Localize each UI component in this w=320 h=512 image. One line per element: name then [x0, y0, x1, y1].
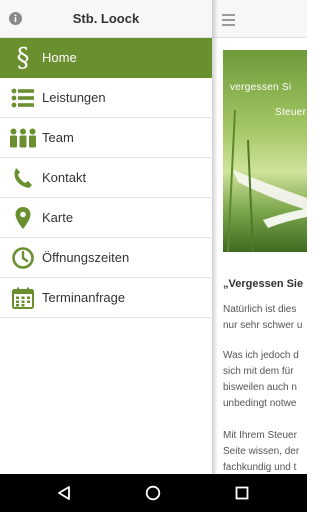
navigation-drawer: Stb. Loock § Home Leistungen Team Kontak… [0, 0, 212, 474]
recents-square-icon [235, 486, 249, 500]
menu-item-home[interactable]: § Home [0, 38, 212, 78]
menu-item-label: Öffnungszeiten [42, 250, 130, 265]
paragraph-line: sich mit dem für [223, 366, 294, 377]
paragraph-line: nur sehr schwer u [223, 320, 303, 331]
paragraph-line: Mit Ihrem Steuer [223, 430, 297, 441]
calendar-icon [8, 285, 38, 311]
home-circle-icon [145, 485, 161, 501]
app-title: Stb. Loock [72, 11, 140, 26]
menu-item-team[interactable]: Team [0, 118, 212, 158]
phone-icon [8, 165, 38, 191]
menu-item-label: Karte [42, 210, 74, 225]
paragraph-3: Mit Ihrem Steuer Seite wissen, der fachk… [223, 428, 299, 474]
drawer-shadow [212, 0, 218, 474]
back-icon [58, 486, 70, 500]
hamburger-menu-icon[interactable] [222, 14, 235, 29]
back-button[interactable] [44, 474, 84, 512]
paragraph-line: bisweilen auch n [223, 382, 297, 393]
clock-icon [8, 245, 38, 271]
content-heading: „Vergessen Sie [223, 278, 304, 290]
map-pin-icon [8, 205, 38, 231]
menu-item-leistungen[interactable]: Leistungen [0, 78, 212, 118]
paragraph-1: Natürlich ist dies nur sehr schwer u [223, 302, 302, 334]
team-icon [8, 125, 38, 151]
main-content: vergessen Si Steuer „Vergessen Sie Natür… [212, 0, 307, 474]
menu-item-karte[interactable]: Karte [0, 198, 212, 238]
hero-image: vergessen Si Steuer [223, 50, 307, 252]
paragraph-2: Was ich jedoch d sich mit dem für biswei… [223, 348, 299, 412]
menu-item-label: Team [42, 130, 74, 145]
paragraph-line: Natürlich ist dies [223, 304, 297, 315]
system-navigation-bar [0, 474, 307, 512]
hero-text-line2: Steuer [275, 107, 307, 118]
home-button[interactable] [133, 474, 173, 512]
menu-item-kontakt[interactable]: Kontakt [0, 158, 212, 198]
recents-button[interactable] [222, 474, 262, 512]
menu-item-label: Kontakt [42, 170, 87, 185]
paragraph-line: unbedingt notwe [223, 398, 297, 409]
content-header [212, 0, 307, 38]
section-icon: § [16, 42, 30, 73]
list-icon [8, 85, 38, 111]
paragraph-line: fachkundig und t [223, 462, 297, 473]
paragraph-line: Seite wissen, der [223, 446, 300, 457]
menu-item-terminanfrage[interactable]: Terminanfrage [0, 278, 212, 318]
menu-item-label: Home [42, 50, 77, 65]
drawer-header: Stb. Loock [0, 0, 212, 38]
menu-item-label: Leistungen [42, 90, 106, 105]
paragraph-line: Was ich jedoch d [223, 350, 299, 361]
menu-item-oeffnungszeiten[interactable]: Öffnungszeiten [0, 238, 212, 278]
hero-text-line1: vergessen Si [230, 82, 292, 93]
menu-item-label: Terminanfrage [42, 290, 126, 305]
